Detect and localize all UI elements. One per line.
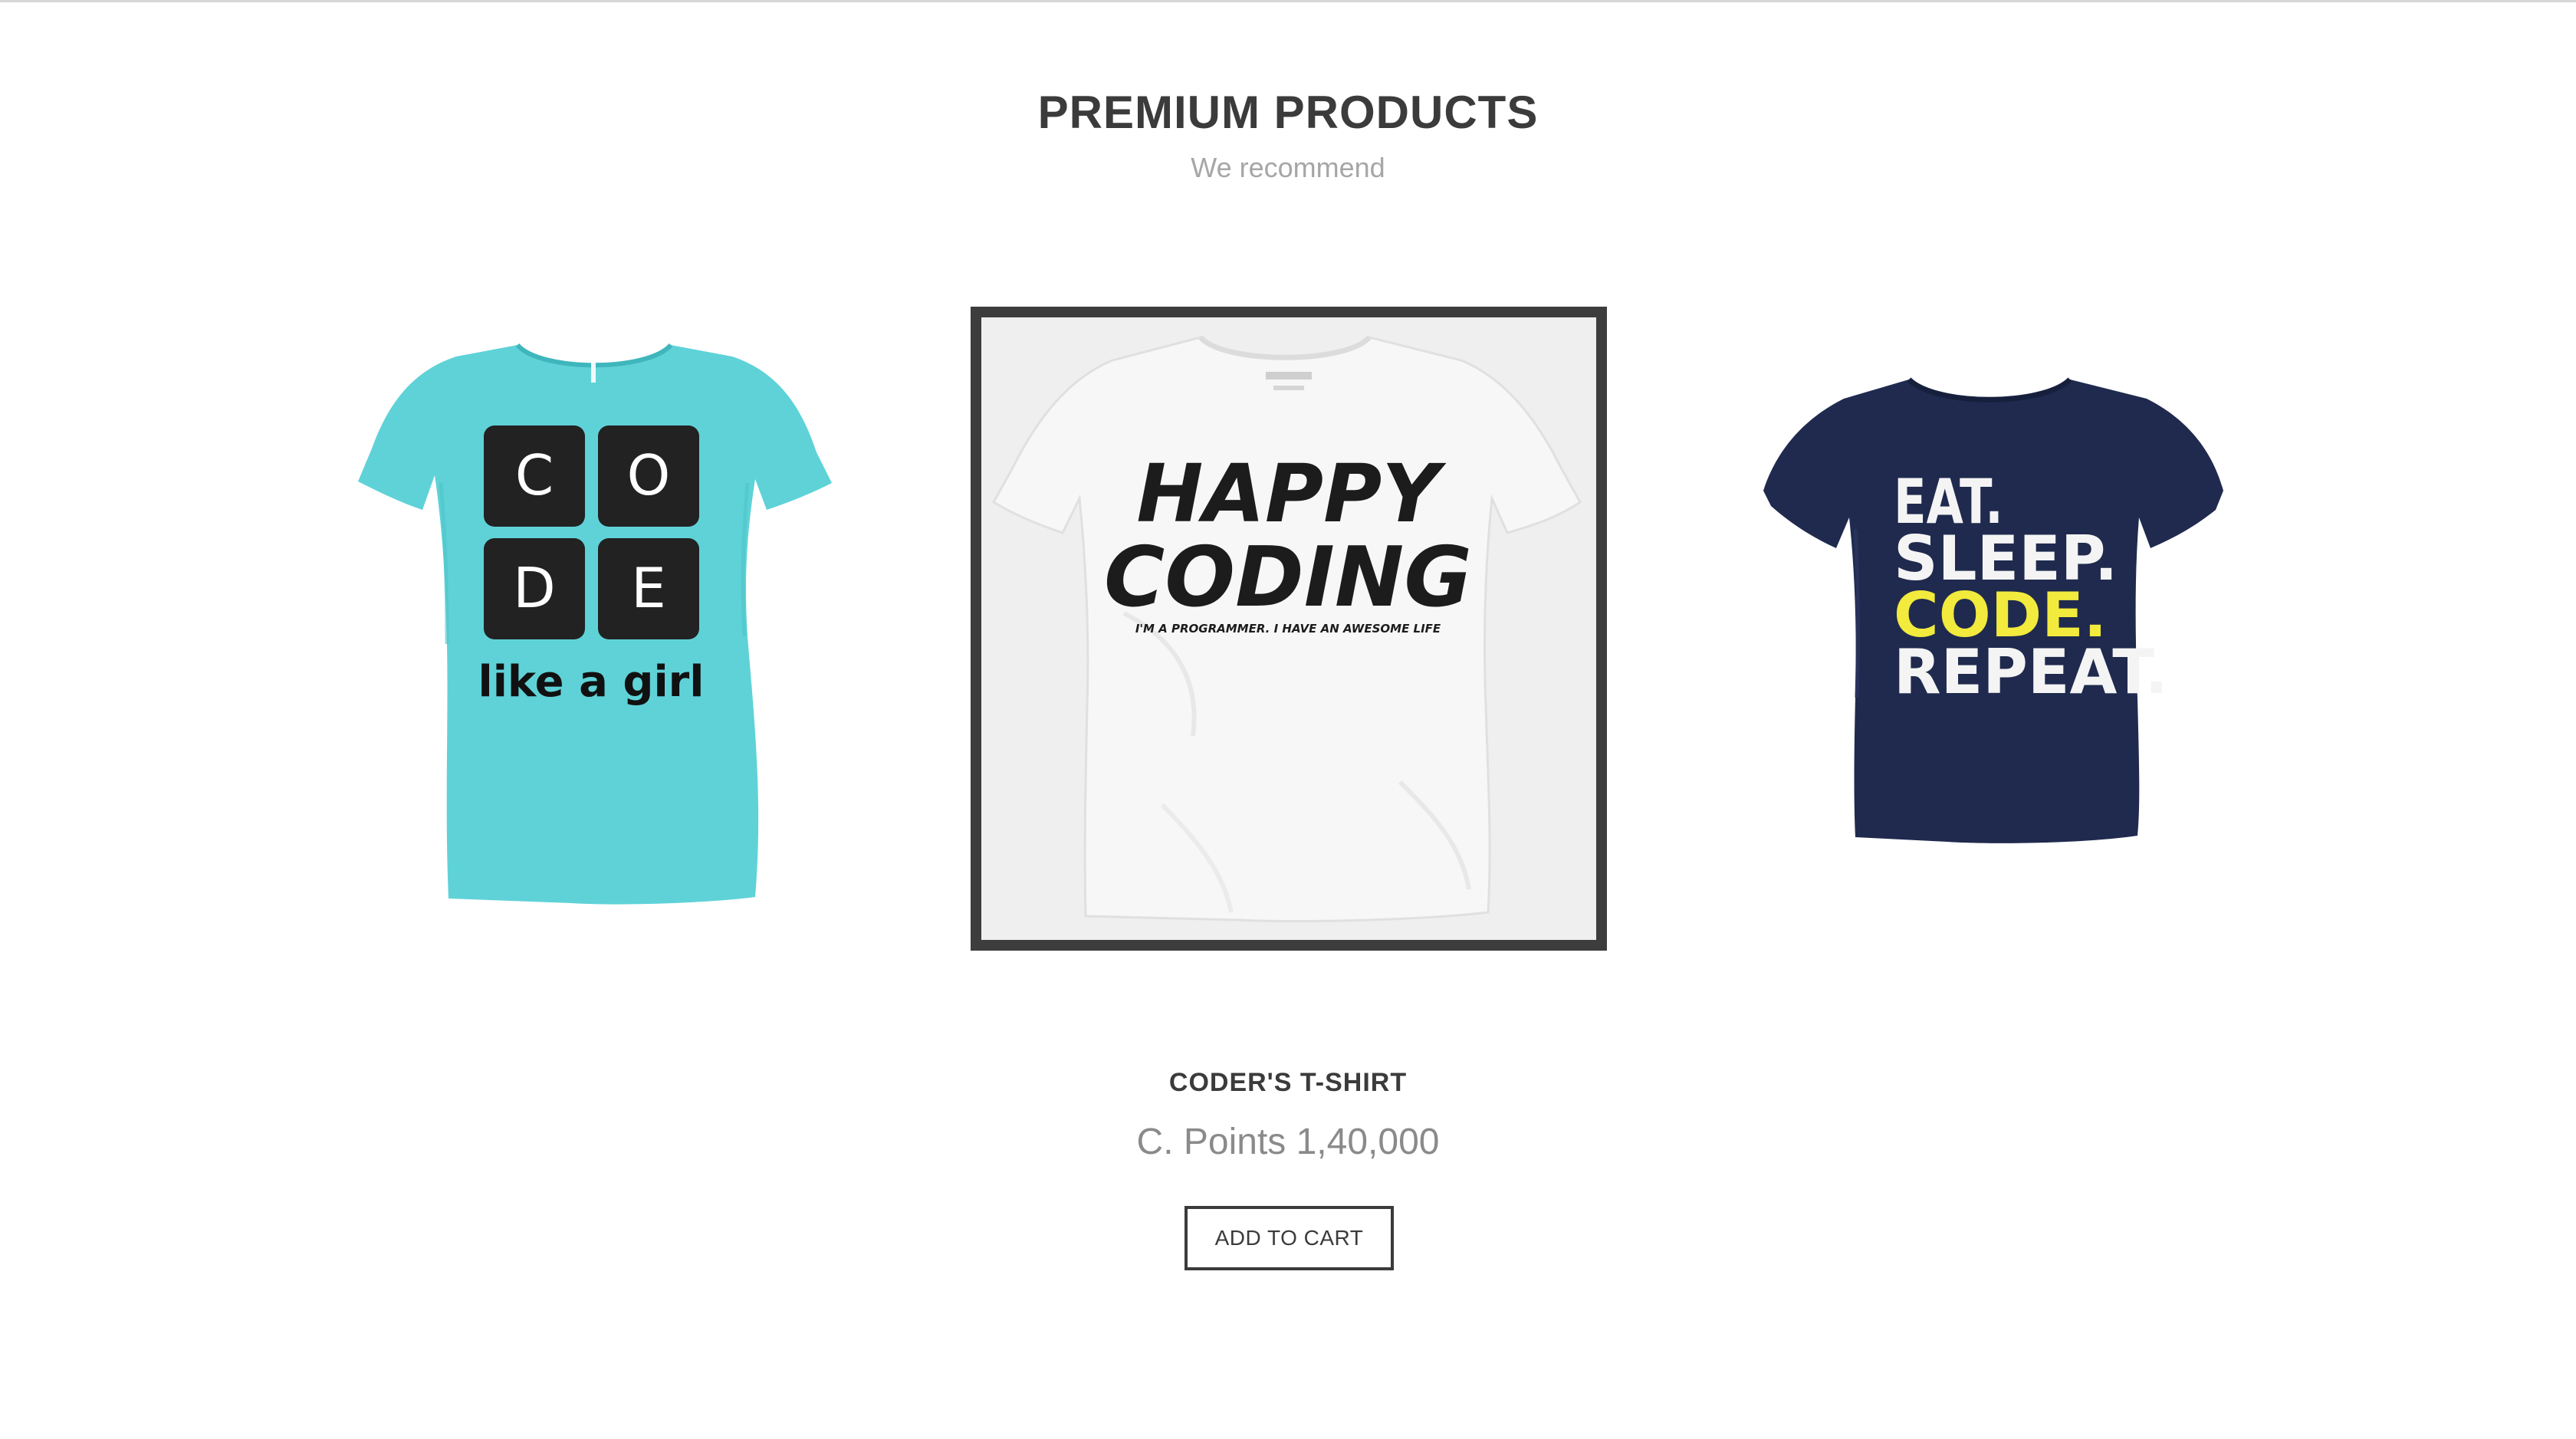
product-card-eat-sleep-code-repeat[interactable]: EAT. SLEEP. CODE. REPEAT. [1763, 353, 2223, 874]
shirt-tagline: I'M A PROGRAMMER. I HAVE AN AWESOME LIFE [1135, 622, 1441, 636]
section-subtitle: We recommend [1191, 152, 1385, 183]
code-like-a-girl-shirt-image: C O D E like a girl [358, 343, 832, 905]
product-name: CODER'S T-SHIRT [1168, 1068, 1408, 1097]
product-card-happy-coding[interactable]: HAPPY CODING I'M A PROGRAMMER. I HAVE AN… [971, 307, 1607, 951]
happy-text: HAPPY [1136, 447, 1447, 540]
add-to-cart-button[interactable]: ADD TO CART [1184, 1206, 1394, 1270]
happy-coding-shirt-image: HAPPY CODING I'M A PROGRAMMER. I HAVE AN… [991, 335, 1582, 923]
product-card-code-like-a-girl[interactable]: C O D E like a girl [349, 330, 840, 912]
shirt-tagline: like a girl [478, 657, 705, 707]
eat-sleep-code-repeat-shirt-image: EAT. SLEEP. CODE. REPEAT. [1763, 377, 2223, 843]
product-showcase-page: PREMIUM PRODUCTS We recommend C O D E li… [0, 0, 2576, 1439]
section-title: PREMIUM PRODUCTS [1037, 87, 1539, 138]
shirt-body [358, 345, 832, 905]
letter-d: D [513, 556, 555, 620]
shirt-tag [591, 356, 596, 383]
repeat-text: REPEAT. [1894, 636, 2168, 708]
letter-o: O [627, 443, 671, 508]
letter-c: C [515, 443, 554, 508]
product-price: C. Points 1,40,000 [1136, 1122, 1440, 1162]
top-divider [0, 0, 2576, 2]
letter-e: E [631, 556, 666, 620]
product-carousel: C O D E like a girl HAPPY CODING I'M A P… [0, 299, 2576, 958]
coding-text: CODING [1104, 530, 1472, 626]
